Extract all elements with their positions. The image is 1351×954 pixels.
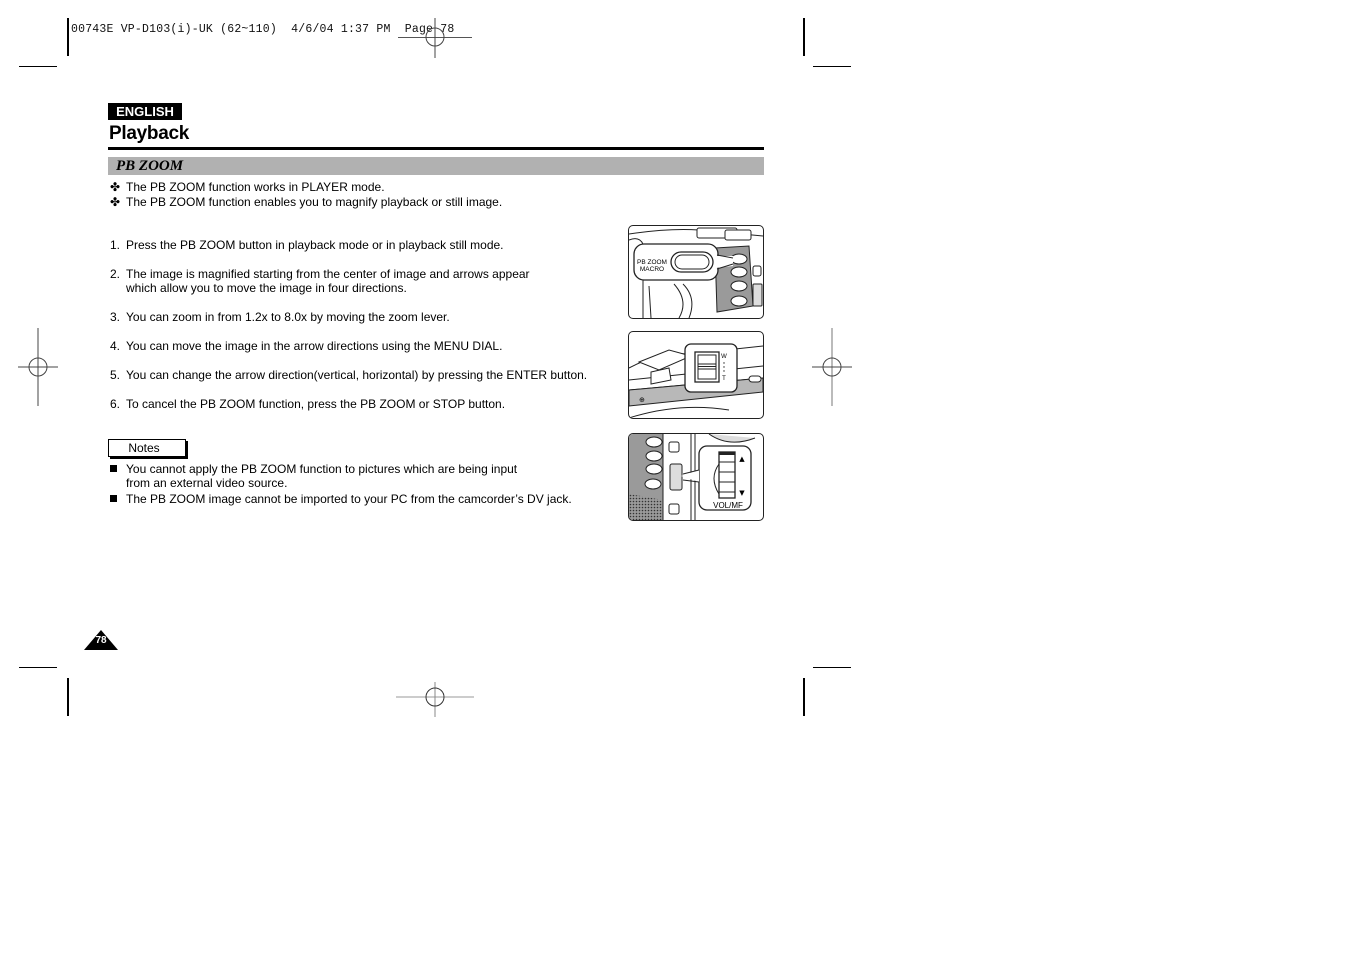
cross-bullet-icon: ✤ — [110, 180, 121, 194]
step-text: You can change the arrow direction(verti… — [126, 368, 588, 382]
crop-mark-bl-v — [67, 678, 69, 716]
subsection-header: PB ZOOM — [108, 157, 764, 175]
step-item: 6. To cancel the PB ZOOM function, press … — [110, 397, 505, 411]
step-item: 4. You can move the image in the arrow di… — [110, 339, 502, 353]
callout-label-line1: PB ZOOM — [637, 259, 667, 266]
note-text-continued: from an external video source. — [126, 476, 288, 490]
step-number: 3. — [110, 310, 121, 324]
intro-bullet-text: The PB ZOOM function enables you to magn… — [126, 195, 503, 209]
step-number: 4. — [110, 339, 121, 353]
registration-mark-left — [18, 328, 58, 406]
page-number-badge: 78 — [84, 630, 118, 650]
step-number: 2. — [110, 267, 121, 281]
callout-label-line2: MACRO — [640, 266, 664, 273]
step-text: You can move the image in the arrow dire… — [126, 339, 503, 353]
square-bullet-icon — [110, 465, 117, 472]
section-title: Playback — [109, 123, 189, 144]
notes-label-box: Notes — [108, 439, 186, 457]
step-text: You can zoom in from 1.2x to 8.0x by mov… — [126, 310, 450, 324]
title-rule — [108, 147, 764, 150]
zoom-lever-w-label: W — [721, 354, 727, 360]
print-slug: 00743E VP-D103(i)-UK (62~110) 4/6/04 1:3… — [71, 23, 455, 36]
cross-bullet-icon: ✤ — [110, 195, 121, 209]
registration-mark-bottom — [396, 677, 474, 717]
crop-mark-tl-h — [19, 66, 57, 67]
vol-mf-dial-illustration: ▲ ▼ VOL/MF — [628, 433, 764, 521]
crop-mark-tl-v — [67, 18, 69, 56]
step-number: 5. — [110, 368, 121, 382]
registration-mark-right — [812, 328, 852, 406]
vol-mf-label: VOL/MF — [713, 501, 743, 510]
crop-mark-br-h — [813, 667, 851, 668]
registration-mark-top — [415, 18, 455, 58]
intro-bullet: ✤ The PB ZOOM function enables you to mag… — [110, 195, 502, 209]
note-item: The PB ZOOM image cannot be imported to … — [110, 492, 572, 506]
step-text: Press the PB ZOOM button in playback mod… — [126, 238, 504, 252]
notes-label: Notes — [128, 441, 160, 455]
crop-mark-bl-h — [19, 667, 57, 668]
crop-mark-tr-v — [803, 18, 805, 56]
step-text: The image is magnified starting from the… — [126, 267, 530, 281]
note-text: You cannot apply the PB ZOOM function to… — [126, 462, 518, 476]
zoom-lever-t-label: T — [722, 376, 726, 382]
arrow-down-icon: ▼ — [739, 489, 745, 497]
page-number: 78 — [95, 635, 107, 646]
arrow-up-icon: ▲ — [739, 455, 745, 463]
intro-bullet-text: The PB ZOOM function works in PLAYER mod… — [126, 180, 385, 194]
subsection-title: PB ZOOM — [116, 158, 184, 174]
square-bullet-icon — [110, 495, 117, 502]
pb-zoom-button-illustration: PB ZOOM MACRO — [628, 225, 764, 319]
note-item: You cannot apply the PB ZOOM function to… — [110, 462, 517, 490]
step-item: 3. You can zoom in from 1.2x to 8.0x by m… — [110, 310, 450, 324]
svg-text:⊕: ⊕ — [639, 397, 645, 404]
zoom-lever-illustration: ⊕ W T — [628, 331, 764, 419]
step-text: To cancel the PB ZOOM function, press th… — [126, 397, 506, 411]
step-text-continued: which allow you to move the image in fou… — [126, 281, 407, 295]
step-item: 1. Press the PB ZOOM button in playback m… — [110, 238, 504, 252]
step-item: 5. You can change the arrow direction(ver… — [110, 368, 587, 382]
step-number: 1. — [110, 238, 121, 252]
language-badge: ENGLISH — [108, 103, 182, 120]
note-text: The PB ZOOM image cannot be imported to … — [126, 492, 572, 506]
crop-mark-tr-h — [813, 66, 851, 67]
crop-mark-br-v — [803, 678, 805, 716]
step-item: 2. The image is magnified starting from t… — [110, 267, 530, 295]
intro-bullet: ✤ The PB ZOOM function works in PLAYER mo… — [110, 180, 385, 194]
step-number: 6. — [110, 397, 121, 411]
